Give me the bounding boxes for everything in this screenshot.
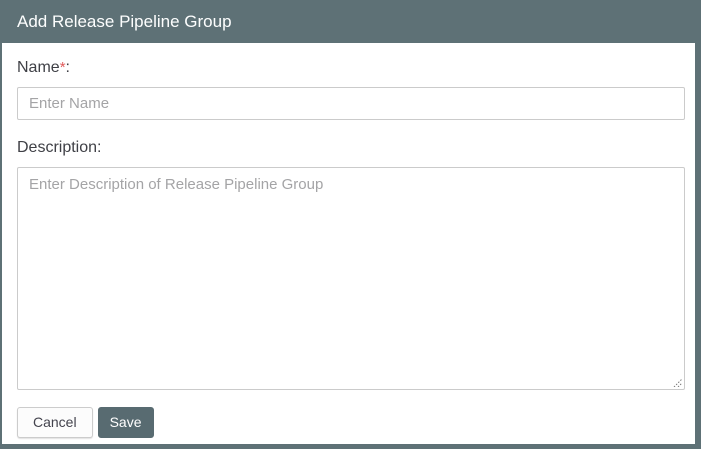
- description-label-colon: :: [97, 139, 101, 156]
- dialog-body: Name*: Description: Cancel Save: [2, 43, 695, 444]
- name-label-text: Name: [17, 59, 60, 76]
- description-label-text: Description: [17, 139, 97, 156]
- resize-handle-icon[interactable]: [672, 377, 682, 387]
- dialog-actions: Cancel Save: [17, 407, 685, 438]
- description-label: Description:: [17, 139, 685, 157]
- cancel-button[interactable]: Cancel: [17, 407, 93, 438]
- dialog-border-left: [0, 43, 2, 449]
- dialog-title: Add Release Pipeline Group: [17, 12, 232, 31]
- save-button[interactable]: Save: [98, 407, 154, 438]
- dialog-border-bottom: [0, 444, 701, 449]
- name-label-colon: :: [66, 59, 70, 76]
- dialog-header: Add Release Pipeline Group: [0, 0, 701, 43]
- add-release-pipeline-group-dialog: Add Release Pipeline Group Name*: Descri…: [0, 0, 701, 449]
- description-input[interactable]: [17, 167, 685, 390]
- dialog-border-right: [695, 43, 701, 449]
- name-label: Name*:: [17, 59, 685, 77]
- name-input[interactable]: [17, 87, 685, 120]
- description-field-wrap: [17, 167, 685, 390]
